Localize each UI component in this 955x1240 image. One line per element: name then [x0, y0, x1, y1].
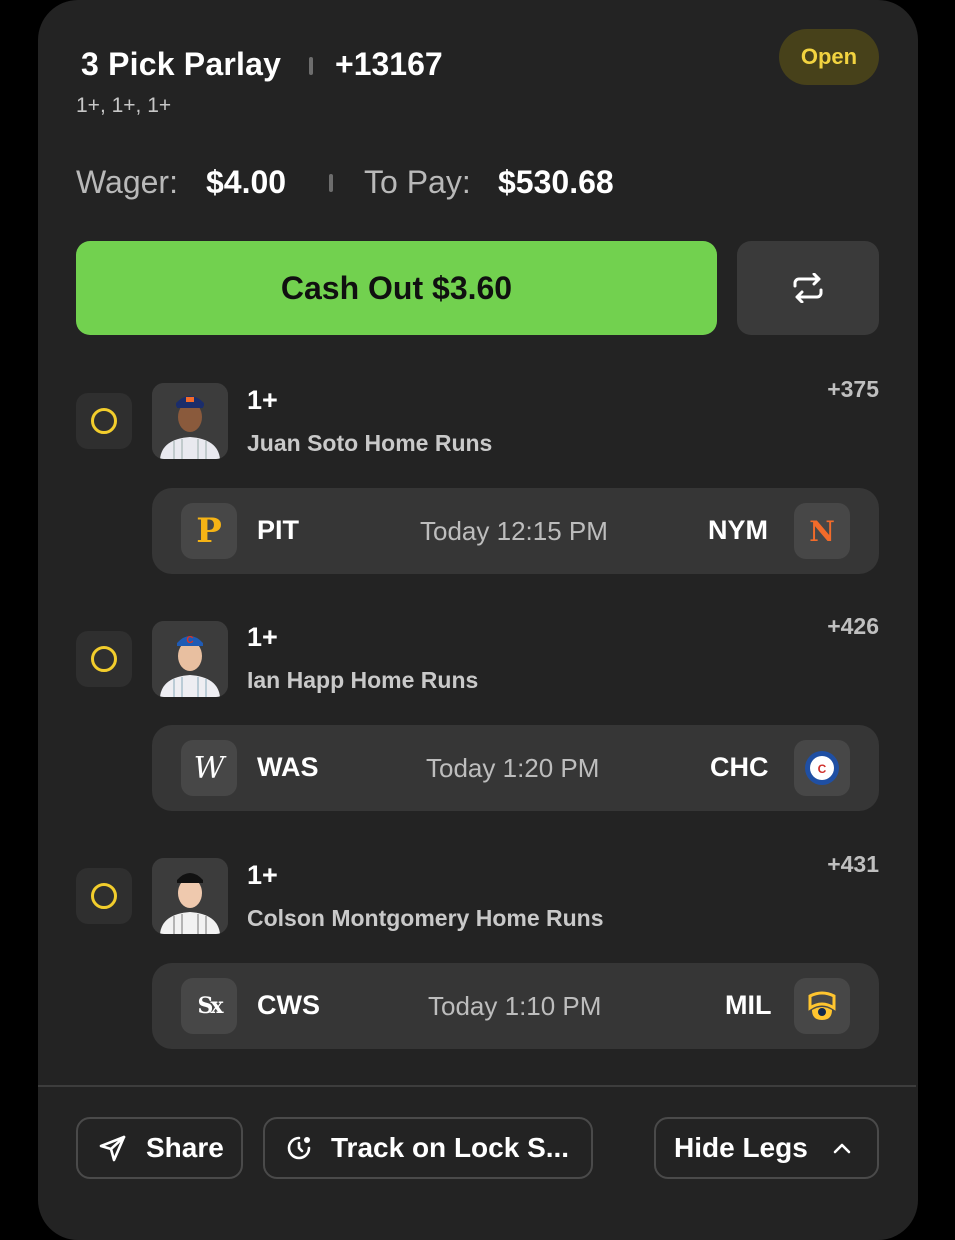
leg-player-prop: Juan Soto Home Runs — [247, 430, 493, 456]
leg-status-radio[interactable] — [76, 393, 132, 449]
away-team: WAS — [257, 752, 319, 782]
leg-line: 1+ — [247, 860, 278, 890]
team-logo-icon: N — [794, 503, 850, 559]
payout-value: $530.68 — [498, 164, 614, 200]
track-label: Track on Lock S... — [331, 1132, 570, 1163]
share-send-icon — [99, 1135, 126, 1162]
radio-pending-icon — [91, 646, 117, 672]
svg-text:C: C — [186, 635, 193, 646]
leg-status-radio[interactable] — [76, 631, 132, 687]
share-button[interactable]: Share — [76, 1117, 243, 1179]
away-team: CWS — [257, 990, 320, 1020]
team-logo-icon: Sx — [181, 978, 237, 1034]
leg-player-prop: Ian Happ Home Runs — [247, 667, 479, 693]
wager-value: $4.00 — [206, 164, 287, 200]
cash-out-button[interactable]: Cash Out $3.60 — [76, 241, 717, 335]
radio-pending-icon — [91, 408, 117, 434]
game-matchup[interactable]: W WAS Today 1:20 PM CHC C — [152, 725, 879, 811]
title-divider — [309, 57, 313, 75]
team-logo-icon: C — [794, 740, 850, 796]
lines-summary: 1+, 1+, 1+ — [76, 94, 172, 117]
leg-line: 1+ — [247, 622, 278, 652]
leg-odds: +375 — [827, 376, 879, 402]
track-lock-screen-button[interactable]: Track on Lock S... — [263, 1117, 593, 1179]
player-headshot — [152, 383, 228, 459]
team-logo-icon — [794, 978, 850, 1034]
parlay-title: 3 Pick Parlay — [81, 46, 282, 82]
parlay-odds: +13167 — [335, 46, 443, 82]
payout-label: To Pay: — [364, 164, 471, 200]
radio-pending-icon — [91, 883, 117, 909]
share-label: Share — [146, 1132, 224, 1163]
lock-screen-track-icon — [287, 1136, 311, 1160]
game-matchup[interactable]: P PIT Today 12:15 PM NYM N — [152, 488, 879, 574]
leg-player-prop: Colson Montgomery Home Runs — [247, 905, 604, 931]
status-badge: Open — [779, 29, 879, 85]
leg-status-radio[interactable] — [76, 868, 132, 924]
chevron-up-icon — [833, 1143, 851, 1154]
player-headshot: C — [152, 621, 228, 697]
home-team: NYM — [708, 515, 768, 545]
away-team: PIT — [257, 515, 300, 545]
team-logo-icon: W — [181, 740, 237, 796]
svg-text:C: C — [818, 762, 827, 776]
home-team: CHC — [710, 752, 769, 782]
player-headshot — [152, 858, 228, 934]
money-divider — [329, 174, 333, 192]
game-matchup[interactable]: Sx CWS Today 1:10 PM MIL — [152, 963, 879, 1049]
swap-button[interactable] — [737, 241, 879, 335]
game-time: Today 12:15 PM — [420, 516, 608, 546]
game-time: Today 1:10 PM — [428, 991, 602, 1021]
hide-legs-label: Hide Legs — [674, 1132, 808, 1163]
leg-odds: +431 — [827, 851, 879, 877]
wager-label: Wager: — [76, 164, 178, 200]
swap-icon — [793, 273, 823, 303]
footer-divider — [38, 1085, 916, 1087]
game-time: Today 1:20 PM — [426, 753, 600, 783]
home-team: MIL — [725, 990, 772, 1020]
leg-odds: +426 — [827, 613, 879, 639]
hide-legs-button[interactable]: Hide Legs — [654, 1117, 879, 1179]
team-logo-icon: P — [181, 503, 237, 559]
leg-line: 1+ — [247, 385, 278, 415]
